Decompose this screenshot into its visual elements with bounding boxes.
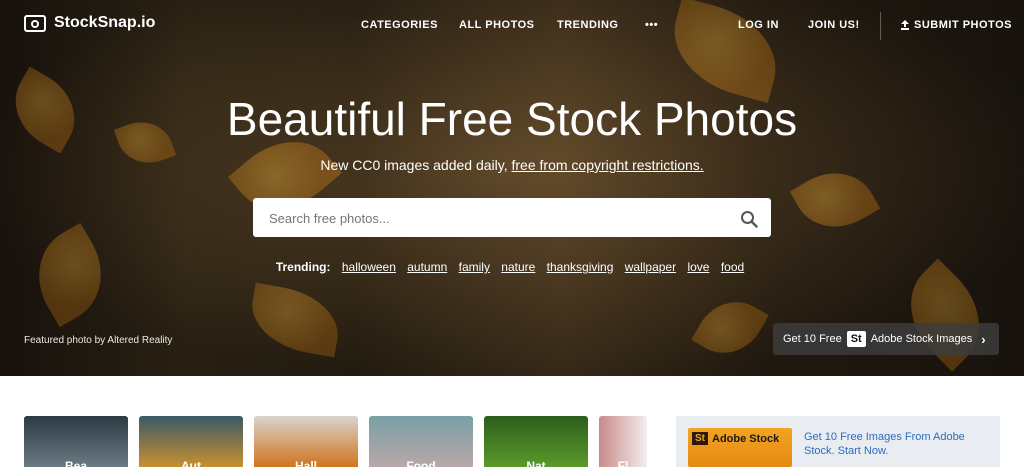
submit-photos-label: SUBMIT PHOTOS <box>914 19 1012 31</box>
nav-all-photos[interactable]: ALL PHOTOS <box>459 19 535 31</box>
nav-trending[interactable]: TRENDING <box>557 19 618 31</box>
trending-tag[interactable]: autumn <box>407 260 447 274</box>
ad-brand: St Adobe Stock <box>692 432 779 445</box>
category-label: Fl <box>617 459 629 467</box>
search-box <box>253 198 771 239</box>
trending-tags: Trending: halloween autumn family nature… <box>0 260 1024 274</box>
hero-title: Beautiful Free Stock Photos <box>226 93 798 145</box>
nav-categories[interactable]: CATEGORIES <box>361 19 438 31</box>
camera-icon <box>24 14 46 32</box>
category-label: Hall <box>294 459 317 467</box>
logo-text: StockSnap.io <box>54 14 156 31</box>
trending-label: Trending: <box>275 260 331 274</box>
trending-tag[interactable]: nature <box>501 260 535 274</box>
hero-subtitle: New CC0 images added daily, free from co… <box>0 157 1024 173</box>
nav-join[interactable]: JOIN US! <box>808 19 860 31</box>
featured-prefix: Featured photo by <box>24 335 106 346</box>
trending-tag[interactable]: love <box>687 260 709 274</box>
nav-login[interactable]: LOG IN <box>738 19 779 31</box>
hero-overlay <box>0 0 1024 376</box>
adobe-suffix: Adobe Stock Images <box>870 333 973 345</box>
featured-author[interactable]: Altered Reality <box>107 335 172 346</box>
trending-tag[interactable]: family <box>459 260 490 274</box>
subtitle-text: New CC0 images added daily, <box>320 157 508 173</box>
category-label: Aut <box>181 459 201 467</box>
ad-brand-name: Adobe Stock <box>712 432 780 445</box>
trending-tag[interactable]: thanksgiving <box>547 260 614 274</box>
upload-icon <box>901 20 909 30</box>
adobe-stock-icon: St <box>846 331 866 347</box>
category-label: Nat <box>526 459 546 467</box>
category-label: Food <box>406 459 436 467</box>
search-input[interactable] <box>267 198 731 239</box>
adobe-ad-banner[interactable]: St Adobe Stock Get 10 Free Images From A… <box>676 416 1000 467</box>
submit-photos-link[interactable]: SUBMIT PHOTOS <box>900 19 1012 31</box>
trending-tag[interactable]: halloween <box>342 260 396 274</box>
ad-thumbnail: St Adobe Stock <box>688 428 792 467</box>
top-nav: StockSnap.io CATEGORIES ALL PHOTOS TREND… <box>0 0 1024 50</box>
more-menu-icon[interactable]: ••• <box>645 19 658 31</box>
category-card[interactable]: Nat <box>484 416 588 467</box>
category-card[interactable]: Bea <box>24 416 128 467</box>
category-card[interactable]: Fl <box>599 416 647 467</box>
adobe-stock-icon: St <box>692 432 708 445</box>
trending-tag[interactable]: food <box>721 260 744 274</box>
ad-text[interactable]: Get 10 Free Images From Adobe Stock. Sta… <box>804 430 984 458</box>
category-card[interactable]: Food <box>369 416 473 467</box>
category-label: Bea <box>64 459 87 467</box>
category-card[interactable]: Aut <box>139 416 243 467</box>
adobe-stock-button[interactable]: Get 10 Free St Adobe Stock Images › <box>773 323 999 355</box>
site-logo[interactable]: StockSnap.io <box>24 14 155 32</box>
hero-section <box>0 0 1024 376</box>
copyright-link[interactable]: free from copyright restrictions. <box>512 157 704 173</box>
nav-divider <box>880 12 881 40</box>
trending-tag[interactable]: wallpaper <box>625 260 676 274</box>
featured-credit: Featured photo by Altered Reality <box>24 335 172 346</box>
adobe-prefix: Get 10 Free <box>783 333 842 345</box>
category-card[interactable]: Hall <box>254 416 358 467</box>
chevron-right-icon: › <box>981 331 986 347</box>
search-icon[interactable] <box>740 210 758 228</box>
